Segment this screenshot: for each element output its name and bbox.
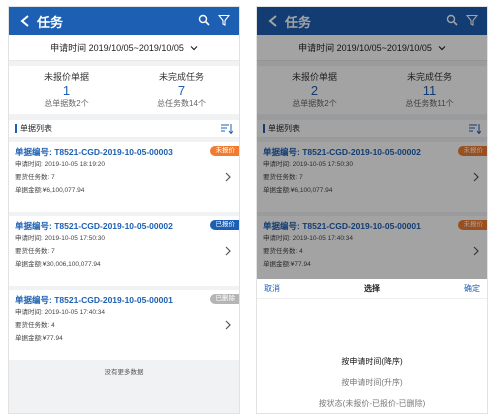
date-range-selector[interactable]: 申请时间 2019/10/05~2019/10/05	[9, 35, 239, 61]
stat-unfinished: 未完成任务 7 总任务数14个	[124, 66, 239, 114]
back-icon[interactable]	[17, 13, 33, 29]
status-badge: 已报价	[209, 220, 239, 230]
list-header: 单据列表	[9, 120, 239, 138]
date-range-text: 申请时间 2019/10/05~2019/10/05	[50, 43, 184, 53]
stat-sub: 总单据数2个	[44, 99, 89, 108]
modal-overlay[interactable]	[257, 7, 487, 279]
list-item[interactable]: 单据编号: T8521-CGD-2019-10-05-00001 申请时间: 2…	[9, 290, 239, 360]
stat-value: 7	[177, 83, 186, 98]
doc-amount: 单据金额:¥77.94	[15, 335, 63, 342]
option-status[interactable]: 按状态(未报价-已报价-已删除)	[257, 393, 487, 413]
chevron-right-icon	[224, 246, 232, 256]
doc-amount: 单据金额:¥30,006,100,077.94	[15, 261, 101, 268]
apply-time: 申请时间: 2019-10-05 17:40:34	[15, 309, 105, 316]
picker-toolbar: 取消 选择 确定	[257, 279, 487, 299]
chevron-right-icon	[224, 320, 232, 330]
app-header: 任务	[9, 7, 239, 35]
doc-amount: 单据金额:¥6,100,077.94	[15, 187, 85, 194]
picker-title: 选择	[364, 284, 380, 293]
status-badge: 未报价	[209, 146, 239, 156]
task-count: 要货任务数: 4	[15, 322, 55, 329]
stat-unquoted: 未报价单据 1 总单据数2个	[9, 66, 124, 114]
doc-number: 单据编号: T8521-CGD-2019-10-05-00003	[15, 147, 173, 157]
picker-options: 按申请时间(降序) 按申请时间(升序) 按状态(未报价-已报价-已删除)	[257, 351, 487, 413]
apply-time: 申请时间: 2019-10-05 17:50:30	[15, 235, 105, 242]
option-time-asc[interactable]: 按申请时间(升序)	[257, 372, 487, 393]
stat-value: 1	[62, 83, 71, 98]
chevron-down-icon	[190, 44, 198, 52]
sort-icon[interactable]	[221, 123, 233, 134]
task-screen-sort-sheet: 任务 申请时间 2019/10/05~2019/10/05 未报价单据 2 总单…	[256, 6, 488, 414]
apply-time: 申请时间: 2019-10-05 18:19:20	[15, 161, 105, 168]
summary-stats: 未报价单据 1 总单据数2个 未完成任务 7 总任务数14个	[9, 66, 239, 114]
doc-number: 单据编号: T8521-CGD-2019-10-05-00002	[15, 221, 173, 231]
option-time-desc[interactable]: 按申请时间(降序)	[257, 351, 487, 372]
confirm-button[interactable]: 确定	[464, 283, 480, 294]
stat-label: 未完成任务	[158, 72, 204, 82]
list-item[interactable]: 单据编号: T8521-CGD-2019-10-05-00003 申请时间: 2…	[9, 142, 239, 212]
sort-picker-sheet: 取消 选择 确定 按申请时间(降序) 按申请时间(升序) 按状态(未报价-已报价…	[257, 279, 487, 413]
task-screen-list: 任务 申请时间 2019/10/05~2019/10/05 未报价单据 1 总单…	[8, 6, 240, 414]
cancel-button[interactable]: 取消	[264, 283, 280, 294]
no-more-data: 没有更多数据	[104, 369, 144, 376]
list-item[interactable]: 单据编号: T8521-CGD-2019-10-05-00002 申请时间: 2…	[9, 216, 239, 286]
list-title: 单据列表	[15, 124, 52, 133]
status-badge: 已删除	[209, 294, 239, 304]
task-count: 要货任务数: 7	[15, 174, 55, 181]
chevron-right-icon	[224, 172, 232, 182]
stat-sub: 总任务数14个	[157, 99, 206, 108]
stat-label: 未报价单据	[43, 72, 89, 82]
task-count: 要货任务数: 7	[15, 248, 55, 255]
filter-icon[interactable]	[217, 13, 231, 27]
page-title: 任务	[37, 14, 64, 30]
search-icon[interactable]	[197, 13, 211, 27]
doc-number: 单据编号: T8521-CGD-2019-10-05-00001	[15, 295, 173, 305]
